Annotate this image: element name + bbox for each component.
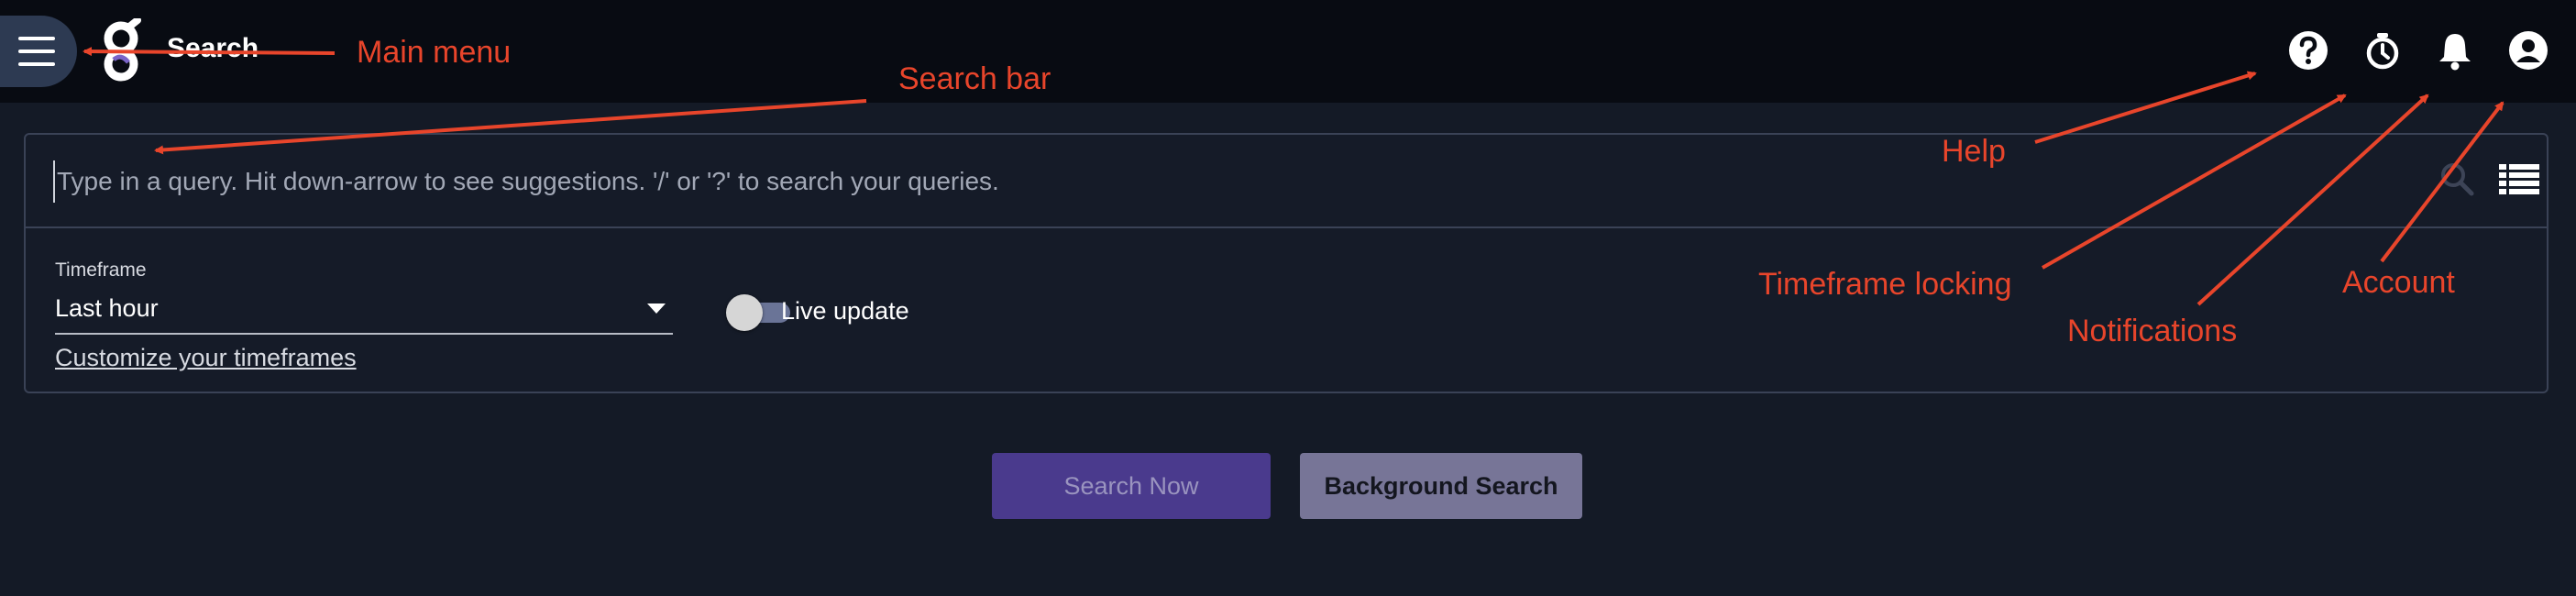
search-card: Timeframe Last hour Customize your timef… (24, 133, 2548, 393)
annotation-search-bar: Search bar (898, 61, 1051, 96)
annotation-notifications: Notifications (2067, 314, 2238, 348)
notifications-icon[interactable] (2434, 29, 2476, 72)
search-bar (26, 135, 2547, 228)
logo-icon[interactable] (101, 18, 145, 83)
timeframe-lock-icon[interactable] (2361, 29, 2404, 72)
menu-icon-line (18, 62, 55, 66)
timeframe-label: Timeframe (55, 259, 147, 281)
customize-timeframes-link[interactable]: Customize your timeframes (55, 344, 357, 372)
annotation-main-menu: Main menu (357, 35, 512, 70)
menu-icon-line (18, 37, 55, 40)
annotation-account: Account (2342, 265, 2455, 300)
chevron-down-icon (647, 304, 666, 314)
live-update-label: Live update (781, 297, 909, 325)
background-search-button[interactable]: Background Search (1300, 453, 1582, 519)
search-input[interactable] (53, 160, 2424, 203)
toggle-thumb (726, 294, 763, 331)
main-menu-button[interactable] (0, 16, 77, 87)
annotation-timeframe-locking: Timeframe locking (1758, 267, 2012, 302)
timeframe-value: Last hour (55, 294, 159, 322)
help-icon[interactable] (2287, 29, 2329, 72)
page-title: Search (167, 33, 259, 63)
menu-icon-line (18, 50, 55, 53)
annotation-help: Help (1942, 134, 2006, 169)
search-icon[interactable] (2437, 159, 2477, 199)
search-now-button[interactable]: Search Now (992, 453, 1271, 519)
timeframe-select[interactable]: Last hour (55, 289, 673, 335)
query-list-icon[interactable] (2499, 162, 2539, 195)
account-icon[interactable] (2507, 29, 2549, 72)
